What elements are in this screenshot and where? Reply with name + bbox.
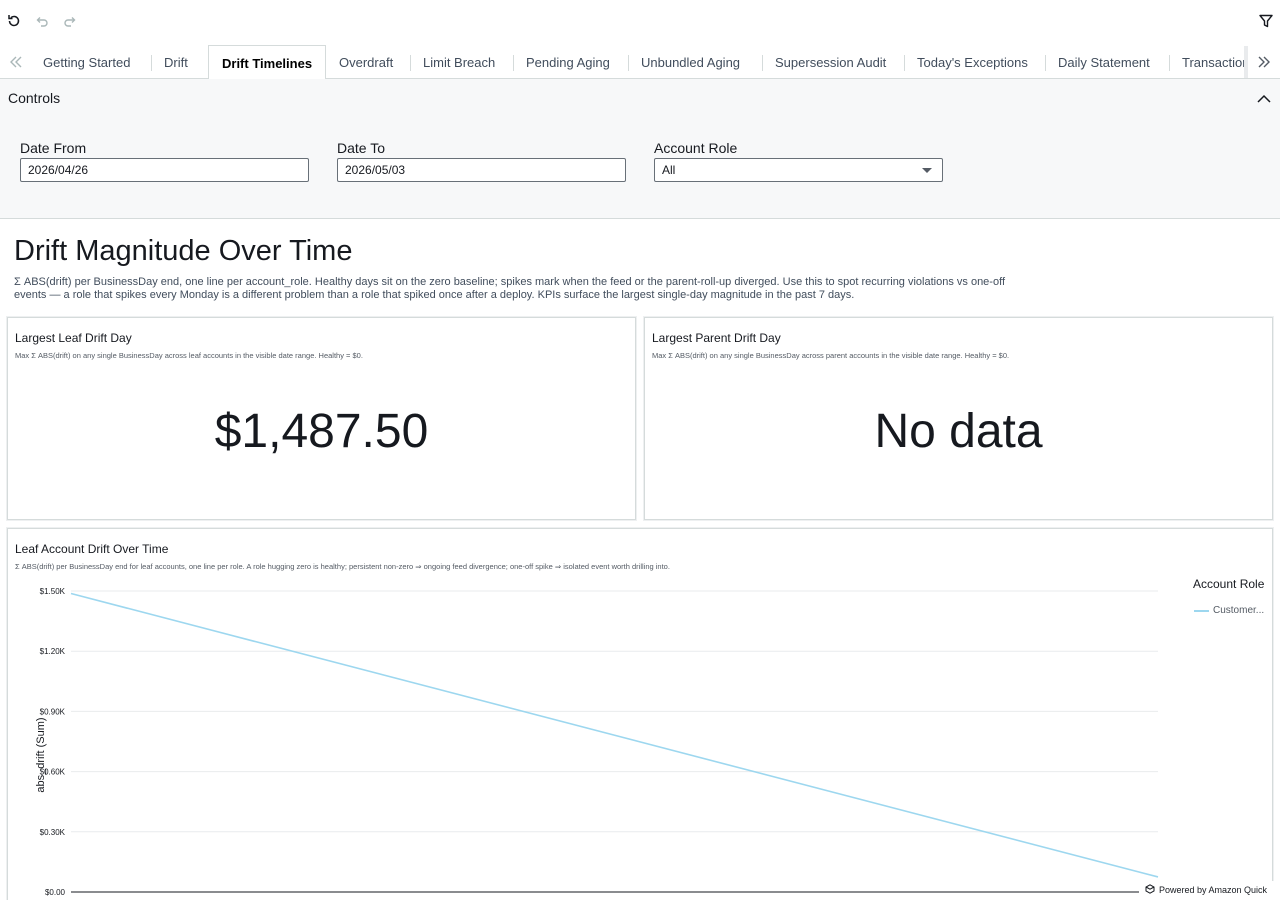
date-to-label: Date To: [337, 140, 385, 156]
line-chart: $0.00 $0.30K $0.60K $0.90K $1.20K $1.50K: [40, 587, 1159, 897]
legend-swatch: [1194, 610, 1209, 612]
y-tick-label: $0.30K: [40, 828, 66, 837]
kpi-leaf-title: Largest Leaf Drift Day: [15, 331, 132, 345]
tab-drift[interactable]: Drift: [151, 44, 201, 79]
chevron-up-icon[interactable]: [1256, 91, 1272, 107]
kpi-parent-title: Largest Parent Drift Day: [652, 331, 781, 345]
top-toolbar: [0, 0, 1280, 44]
account-role-value: All: [662, 163, 676, 177]
date-to-input[interactable]: 2026/05/03: [337, 158, 626, 182]
series-line-customer[interactable]: [70, 592, 1159, 878]
kpi-leaf-subtitle: Max Σ ABS(drift) on any single BusinessD…: [15, 351, 363, 360]
powered-by-text: Powered by Amazon Quick: [1159, 885, 1268, 895]
account-role-select[interactable]: All: [654, 158, 943, 182]
account-role-label: Account Role: [654, 140, 738, 156]
scroll-tabs-right-icon[interactable]: [1254, 52, 1274, 72]
sheet-tab-bar: Getting Started Drift Drift Timelines Overd…: [0, 44, 1280, 79]
reset-icon[interactable]: [6, 13, 22, 29]
redo-icon[interactable]: [62, 13, 78, 29]
powered-by-badge: Powered by Amazon Quick: [1139, 881, 1280, 900]
section-description: Σ ABS(drift) per BusinessDay end, one li…: [14, 276, 1005, 301]
tab-pending-aging[interactable]: Pending Aging: [513, 44, 623, 79]
undo-icon[interactable]: [34, 13, 50, 29]
y-tick-label: $0.90K: [40, 707, 66, 716]
kpi-leaf-value: $1,487.50: [214, 405, 429, 458]
y-tick-label: $1.20K: [40, 647, 66, 656]
date-to-value: 2026/05/03: [345, 163, 406, 177]
y-tick-label: $1.50K: [40, 587, 66, 596]
section-title: Drift Magnitude Over Time: [14, 235, 353, 267]
legend-title: Account Role: [1193, 577, 1265, 591]
tab-strip: Getting Started Drift Drift Timelines Overd…: [30, 44, 1248, 79]
controls-title: Controls: [8, 90, 61, 106]
date-from-label: Date From: [20, 140, 87, 156]
controls-panel: Controls Date From 2026/04/26 Date To 20…: [0, 79, 1280, 219]
tab-drift-timelines[interactable]: Drift Timelines: [208, 45, 327, 79]
tab-daily-statement[interactable]: Daily Statement: [1045, 44, 1163, 79]
amazon-quick-logo-icon: [1145, 882, 1155, 894]
chart-card-leaf-drift[interactable]: Leaf Account Drift Over Time Σ ABS(drift…: [7, 528, 1273, 900]
caret-down-icon: [922, 168, 932, 173]
kpi-parent-value: No data: [874, 405, 1043, 458]
tab-unbundled-aging[interactable]: Unbundled Aging: [628, 44, 753, 79]
legend-item-customer[interactable]: Customer...: [1213, 605, 1264, 616]
y-tick-label: $0.60K: [40, 768, 66, 777]
tab-supersession-audit[interactable]: Supersession Audit: [762, 44, 899, 79]
y-tick-label: $0.00: [45, 888, 66, 897]
date-from-input[interactable]: 2026/04/26: [20, 158, 309, 182]
kpi-parent-subtitle: Max Σ ABS(drift) on any single BusinessD…: [652, 351, 1010, 360]
tab-overflow-fade: [1244, 46, 1248, 78]
tab-transactions[interactable]: Transactions: [1169, 44, 1248, 79]
tab-getting-started[interactable]: Getting Started: [30, 44, 143, 79]
tab-limit-breach[interactable]: Limit Breach: [410, 44, 508, 79]
tab-today-s-exceptions[interactable]: Today's Exceptions: [904, 44, 1041, 79]
kpi-card-parent[interactable]: Largest Parent Drift Day Max Σ ABS(drift…: [644, 317, 1273, 520]
tab-overdraft[interactable]: Overdraft: [326, 44, 406, 79]
scroll-tabs-left-icon[interactable]: [6, 52, 26, 72]
filter-icon[interactable]: [1258, 13, 1274, 29]
date-from-value: 2026/04/26: [28, 163, 89, 177]
kpi-card-leaf[interactable]: Largest Leaf Drift Day Max Σ ABS(drift) …: [7, 317, 636, 520]
